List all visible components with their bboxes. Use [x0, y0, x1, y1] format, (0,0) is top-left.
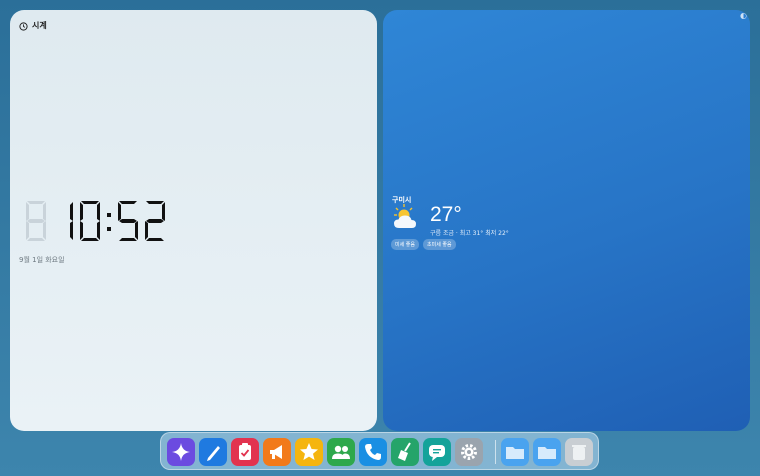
dock-app-folder-1[interactable] [501, 438, 529, 466]
minute-digit-5 [118, 201, 138, 241]
time-colon [107, 213, 111, 231]
broom-icon [398, 442, 411, 461]
trash-icon [572, 445, 586, 460]
pen-icon [207, 446, 220, 461]
folder-icon [506, 447, 524, 459]
dock-app-contacts[interactable] [327, 438, 355, 466]
digital-clock-time [24, 199, 170, 243]
fine-dust-chip: 미세 좋음 [391, 239, 419, 250]
ultrafine-dust-chip: 초미세 좋음 [423, 239, 456, 250]
hour-digit-1 [70, 202, 73, 240]
clock-widget-header: 시계 [19, 16, 47, 35]
folder-icon [538, 447, 556, 459]
dock-app-favorites[interactable] [295, 438, 323, 466]
dock-separator [495, 440, 496, 464]
people-icon [332, 445, 350, 459]
chat-icon [429, 445, 445, 461]
dock-app-folder-2[interactable] [533, 438, 561, 466]
star-icon [300, 443, 318, 460]
weather-condition: 구름 조금 · 최고 31° 최저 22° [430, 230, 509, 237]
air-quality-chips: 미세 좋음 초미세 좋음 [391, 239, 456, 250]
hour-digit-0 [80, 201, 100, 241]
clock-date: 9월 1일 화요일 [19, 256, 65, 264]
minute-digit-2 [145, 201, 165, 241]
dock-app-phone[interactable] [359, 438, 387, 466]
weather-temperature: 27° [430, 203, 462, 226]
weather-widget[interactable]: ◐ 구미시 27° 구름 조금 · 최고 31° 최저 22° 미세 좋음 초미… [383, 10, 750, 431]
clipboard-check-icon [239, 443, 251, 460]
dock [160, 432, 599, 470]
megaphone-icon [270, 445, 282, 459]
moon-icon[interactable]: ◐ [740, 11, 747, 20]
sparkle-icon [172, 443, 190, 461]
gear-icon [461, 444, 477, 460]
phone-icon [365, 444, 381, 460]
dock-app-cleaner[interactable] [391, 438, 419, 466]
dock-app-settings[interactable] [455, 438, 483, 466]
dock-app-assistant[interactable] [167, 438, 195, 466]
dock-app-messages[interactable] [423, 438, 451, 466]
clock-widget-title: 시계 [32, 21, 47, 30]
dock-app-trash[interactable] [565, 438, 593, 466]
ghost-digit [26, 201, 46, 241]
clock-widget[interactable]: 시계 10 52 9월 1일 화요일 [10, 10, 377, 431]
clock-icon [19, 16, 28, 35]
dock-app-announcements[interactable] [263, 438, 291, 466]
dock-app-notes[interactable] [199, 438, 227, 466]
partly-cloudy-icon [391, 202, 423, 236]
dock-app-tasks[interactable] [231, 438, 259, 466]
